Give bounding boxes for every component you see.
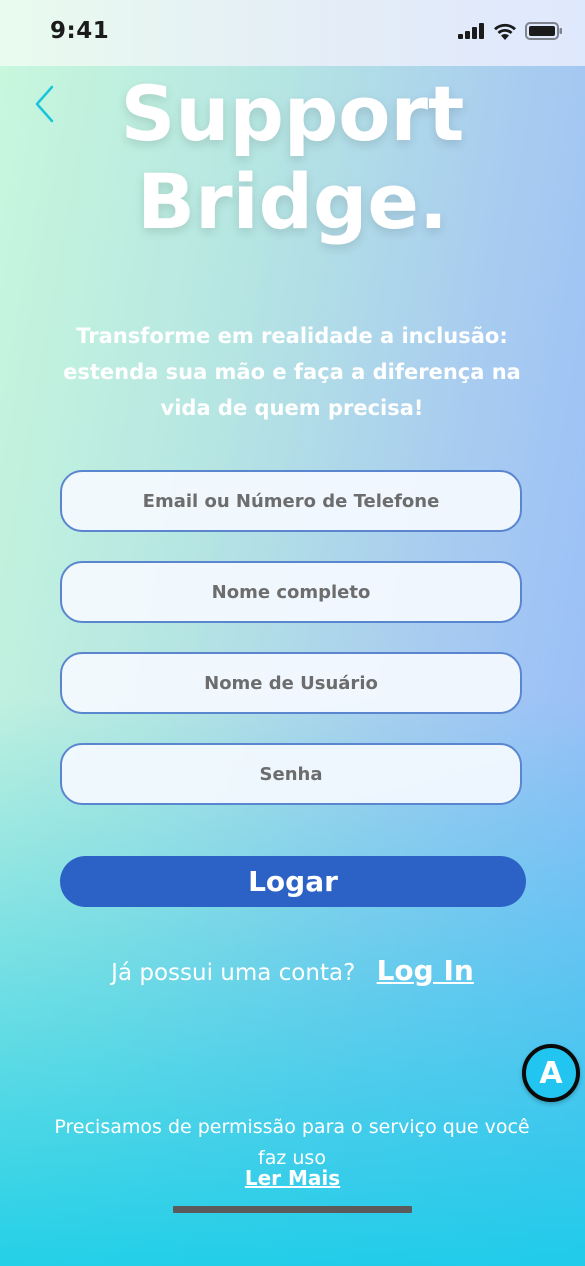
- existing-account-row: Já possui uma conta? Log In: [0, 954, 585, 987]
- full-name-field[interactable]: [60, 561, 522, 623]
- battery-icon: [525, 22, 562, 40]
- signal-icon: [458, 23, 484, 39]
- tagline: Transforme em realidade a inclusão: este…: [63, 324, 521, 420]
- app-title-line-2: Bridge.: [137, 157, 448, 246]
- app-title: Support Bridge.: [0, 70, 585, 246]
- accessibility-button[interactable]: A: [522, 1044, 580, 1102]
- permission-notice: Precisamos de permissão para o serviço q…: [54, 1116, 530, 1169]
- log-in-link[interactable]: Log In: [377, 954, 474, 987]
- full-name-input[interactable]: [62, 580, 520, 604]
- status-icons: [458, 22, 563, 40]
- home-indicator: [173, 1206, 412, 1213]
- status-bar: 9:41: [0, 0, 585, 66]
- username-field[interactable]: [60, 652, 522, 714]
- submit-button[interactable]: Logar: [60, 856, 526, 907]
- status-time: 9:41: [50, 18, 110, 44]
- password-input[interactable]: [62, 762, 520, 786]
- app-title-line-1: Support: [120, 69, 465, 158]
- email-field[interactable]: [60, 470, 522, 532]
- signup-screen: 9:41 Support Bridge. Transforme em reali…: [0, 0, 585, 1266]
- wifi-icon: [494, 23, 516, 40]
- email-input[interactable]: [62, 489, 520, 513]
- password-field[interactable]: [60, 743, 522, 805]
- read-more-link[interactable]: Ler Mais: [0, 1166, 585, 1190]
- existing-account-question: Já possui uma conta?: [111, 960, 356, 986]
- username-input[interactable]: [62, 671, 520, 695]
